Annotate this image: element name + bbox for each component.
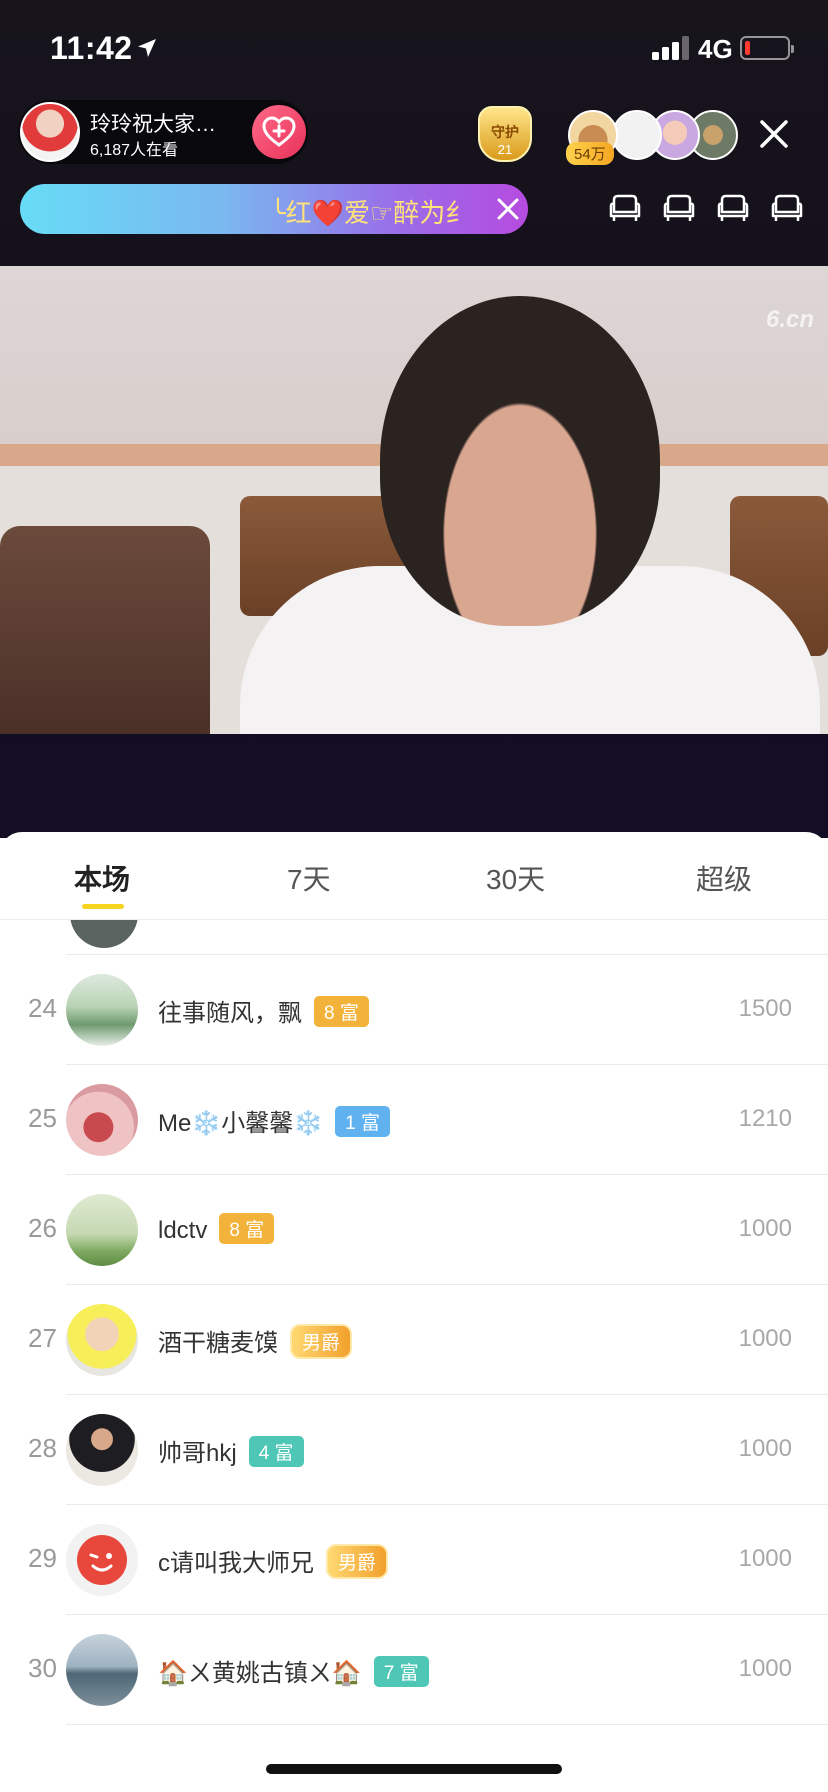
avatar[interactable] [66,1414,138,1486]
fan-avatar[interactable] [612,110,662,160]
video-chair [0,526,210,734]
user-name-wrap: 往事随风，飘 8 富 [158,993,369,1028]
video-watermark: 6.cn [766,306,815,333]
ranking-tabs: 本场 7天 30天 超级 [0,832,828,920]
wink-face-icon [77,1535,127,1585]
active-tab-indicator [82,904,124,909]
rank-number: 24 [28,993,57,1023]
sofa-seat-icon[interactable] [606,190,644,228]
avatar[interactable] [66,974,138,1046]
cellular-signal-icon [652,36,692,60]
wealth-badge: 8 富 [219,1213,275,1244]
live-video[interactable]: 6.cn [0,266,828,734]
follow-button[interactable] [252,105,306,159]
tab-this-session[interactable]: 本场 [74,858,130,898]
avatar[interactable] [66,1634,138,1706]
marquee-text: ╰红❤️爱☞醉为纟 [270,198,472,228]
avatar[interactable] [66,1084,138,1156]
contribution-score: 1000 [738,1215,792,1242]
wealth-badge: 8 富 [314,996,369,1027]
user-name: c请叫我大师兄 [158,1550,314,1577]
close-icon[interactable] [495,196,521,222]
rank-number: 26 [28,1213,57,1243]
contribution-score: 1000 [738,1655,792,1682]
location-arrow-icon [138,39,156,57]
user-name-wrap: 🏠ㄨ黄姚古镇ㄨ🏠 7 富 [158,1653,429,1688]
noble-badge: 男爵 [290,1324,353,1359]
guard-badge[interactable]: 守护 21 [474,106,536,166]
user-name: 🏠ㄨ黄姚古镇ㄨ🏠 [158,1660,362,1687]
rank-number: 29 [28,1543,57,1573]
gift-marquee-banner[interactable]: ╰红❤️爱☞醉为纟 [20,184,528,234]
video-host-head [380,296,660,626]
contribution-score: 1210 [738,1105,792,1132]
list-item[interactable]: 27 酒干糖麦馍 男爵 1000 [0,1285,828,1395]
contribution-score: 1500 [738,995,792,1022]
battery-icon [740,36,794,60]
user-name: 酒干糖麦馍 [158,1330,278,1357]
avatar[interactable] [66,1194,138,1266]
user-name-wrap: ldctv 8 富 [158,1213,275,1245]
sofa-seat-icon[interactable] [768,190,806,228]
network-type: 4G [698,34,733,64]
status-time: 11:42 [50,30,133,66]
wealth-badge: 7 富 [373,1656,429,1687]
user-name-wrap: 酒干糖麦馍 男爵 [158,1323,353,1359]
contribution-score: 1000 [738,1545,792,1572]
user-name: Me❄️小馨馨❄️ [158,1110,324,1137]
guard-label: 守护 [491,124,519,140]
list-item[interactable]: 30 🏠ㄨ黄姚古镇ㄨ🏠 7 富 1000 [0,1615,828,1725]
fan-contribution-tag: 54万 [566,142,614,165]
avatar[interactable] [66,1524,138,1596]
rank-number: 30 [28,1653,57,1683]
guard-count: 21 [497,142,513,157]
user-name: 往事随风，飘 [158,1000,302,1027]
noble-badge: 男爵 [326,1544,389,1579]
avatar[interactable] [70,920,138,948]
rank-number: 27 [28,1323,57,1353]
user-name-wrap: c请叫我大师兄 男爵 [158,1543,389,1579]
rank-number: 25 [28,1103,57,1133]
user-name: 帅哥hkj [158,1440,237,1467]
sofa-seat-icon[interactable] [714,190,752,228]
top-fans[interactable]: 54万 [566,108,738,165]
viewer-count: 6,187人在看 [90,142,179,159]
list-item[interactable]: 28 帅哥hkj 4 富 1000 [0,1395,828,1505]
seat-row [606,190,806,230]
live-room-header-area: 11:42 4G 玲玲祝大家… 6,187人在看 守护 21 54万 ╰红❤️爱… [0,0,828,838]
wealth-badge: 1 富 [335,1106,390,1137]
host-name: 玲玲祝大家… [90,113,216,136]
home-indicator[interactable] [266,1764,562,1774]
heart-plus-icon [262,116,296,147]
list-item[interactable]: 29 c请叫我大师兄 男爵 1000 [0,1505,828,1615]
user-name: ldctv [158,1217,208,1244]
status-bar: 11:42 4G [0,0,828,100]
user-name-wrap: 帅哥hkj 4 富 [158,1433,304,1468]
divider [66,1724,828,1725]
tab-7-days[interactable]: 7天 [287,858,331,898]
list-item-partial[interactable] [0,920,828,956]
avatar[interactable] [66,1304,138,1376]
host-avatar[interactable] [20,102,80,162]
contribution-score: 1000 [738,1435,792,1462]
ranking-list[interactable]: 24 往事随风，飘 8 富 1500 25 Me❄️小馨馨❄️ 1 富 1210 2… [0,920,828,1792]
user-name-wrap: Me❄️小馨馨❄️ 1 富 [158,1103,390,1138]
list-item[interactable]: 25 Me❄️小馨馨❄️ 1 富 1210 [0,1065,828,1175]
list-item[interactable]: 24 往事随风，飘 8 富 1500 [0,955,828,1065]
contribution-score: 1000 [738,1325,792,1352]
wealth-badge: 4 富 [248,1436,304,1467]
list-item[interactable]: 26 ldctv 8 富 1000 [0,1175,828,1285]
sofa-seat-icon[interactable] [660,190,698,228]
close-icon[interactable] [754,114,794,154]
rank-number: 28 [28,1433,57,1463]
tab-super[interactable]: 超级 [696,858,752,898]
tab-30-days[interactable]: 30天 [486,858,545,898]
contribution-ranking-sheet: 本场 7天 30天 超级 24 往事随风，飘 8 富 1500 25 Me❄️小馨… [0,832,828,1792]
